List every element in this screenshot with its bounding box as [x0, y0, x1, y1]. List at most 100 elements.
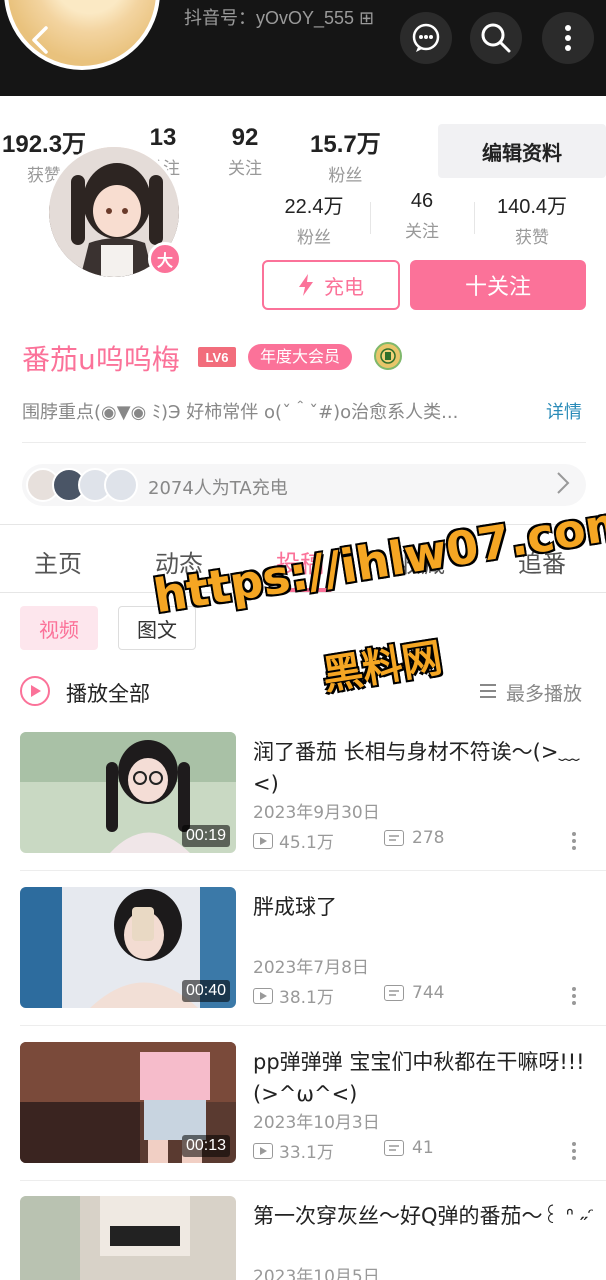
stat-number: 192.3万 [2, 131, 87, 158]
search-button[interactable] [470, 12, 522, 64]
video-date: 2023年9月30日 [253, 803, 380, 823]
vip-badge[interactable]: 年度大会员 [248, 344, 353, 370]
play-count-icon [253, 987, 273, 1004]
play-count-icon [253, 832, 273, 849]
medal-icon[interactable] [374, 342, 402, 370]
stat-number: 22.4万 [284, 196, 344, 218]
video-item[interactable]: 00:13 pp弹弹弹 宝宝们中秋都在干嘛呀!!! (>^ω^<) 2023年1… [0, 1042, 606, 1197]
follow-button[interactable]: 十关注 [410, 260, 586, 310]
play-count: 33.1万 [279, 1143, 334, 1163]
sort-icon[interactable] [480, 684, 496, 702]
stat-label: 粉丝 [297, 228, 331, 248]
charge-button[interactable]: 充电 [262, 260, 400, 310]
play-count: 38.1万 [279, 988, 334, 1008]
lightning-icon [299, 274, 313, 296]
stat-number: 92 [231, 124, 259, 151]
video-thumbnail[interactable] [20, 1196, 236, 1280]
stat-following-2[interactable]: 92 关注 [228, 124, 262, 179]
top-bar: 抖音号：yOvOY_555 ⊞ [0, 0, 606, 96]
video-date: 2023年10月5日 [253, 1267, 380, 1280]
watermark-url: https://ihlw07.com [150, 494, 606, 624]
video-more-icon[interactable] [570, 832, 578, 853]
video-item[interactable]: 00:19 润了番茄 长相与身材不符诶～(>﹏<) 2023年9月30日 45.… [0, 732, 606, 887]
comment-count: 278 [412, 828, 445, 848]
play-icon [31, 685, 41, 697]
video-date: 2023年10月3日 [253, 1113, 380, 1133]
video-comments: 41 [384, 1138, 434, 1158]
comment-count: 41 [412, 1138, 434, 1158]
back-button[interactable] [20, 20, 60, 60]
comment-count-icon [384, 985, 404, 1001]
chat-bubble-icon [412, 23, 440, 52]
username: 番茄u呜呜梅 [22, 343, 180, 376]
bio: 围脖重点(◉▼◉ ﾐ)Э 好柿常伴 o(ˇ＾ˇ#)o治愈系人类... [22, 402, 459, 423]
play-all-button[interactable] [20, 676, 50, 706]
stat-number: 13 [149, 124, 177, 151]
video-plays: 45.1万 [253, 828, 334, 853]
chevron-right-icon [556, 470, 570, 502]
stat-following[interactable]: 46 关注 [372, 190, 472, 242]
sort-label[interactable]: 最多播放 [506, 679, 582, 706]
stat-label: 关注 [405, 222, 439, 242]
stat-number: 140.4万 [496, 196, 568, 218]
video-date: 2023年7月8日 [253, 958, 369, 978]
video-comments: 278 [384, 828, 444, 848]
more-options-button[interactable] [542, 12, 594, 64]
search-icon [481, 23, 511, 53]
thumbnail-image [20, 1196, 236, 1280]
video-title[interactable]: 胖成球了 [253, 891, 593, 923]
video-title[interactable]: pp弹弹弹 宝宝们中秋都在干嘛呀!!! (>^ω^<) [253, 1046, 593, 1110]
video-more-icon[interactable] [570, 987, 578, 1008]
video-comments: 744 [384, 983, 444, 1003]
tab-home[interactable]: 主页 [34, 544, 82, 579]
comment-count-icon [384, 1140, 404, 1156]
video-thumbnail[interactable]: 00:13 [20, 1042, 236, 1163]
divider [20, 1180, 606, 1181]
charge-supporters-bar[interactable]: 2074人为TA充电 [22, 464, 586, 506]
video-plays: 38.1万 [253, 983, 334, 1008]
divider [370, 202, 371, 234]
stat-number: 15.7万 [310, 131, 381, 158]
video-item[interactable]: 第一次穿灰丝～好Q弹的番茄～꒰ ᐢ ˶ᵔ ᵕ ᵔ˶ ᐢ ꒱ 2023年10月5日 [0, 1196, 606, 1280]
stat-fans[interactable]: 22.4万 粉丝 [264, 190, 364, 248]
watermark-name: 黑料网 [319, 635, 446, 700]
medal-glyph-icon [380, 348, 396, 364]
big-member-badge: 大 [148, 242, 182, 276]
charge-label: 充电 [324, 274, 364, 299]
video-thumbnail[interactable]: 00:19 [20, 732, 236, 853]
detail-link[interactable]: 详情 [546, 398, 582, 424]
stat-fans-top[interactable]: 15.7万 粉丝 [310, 124, 381, 186]
video-duration: 00:13 [181, 1135, 230, 1157]
stat-number: 46 [410, 190, 434, 212]
charge-count-text: 2074人为TA充电 [148, 478, 288, 499]
comment-count: 744 [412, 983, 445, 1003]
video-thumbnail[interactable]: 00:40 [20, 887, 236, 1008]
play-count-icon [253, 1142, 273, 1159]
stat-likes[interactable]: 140.4万 获赞 [482, 190, 582, 248]
video-duration: 00:40 [181, 980, 230, 1002]
stat-label: 关注 [228, 159, 262, 179]
video-duration: 00:19 [181, 825, 230, 847]
play-all-label[interactable]: 播放全部 [66, 678, 150, 708]
message-button[interactable] [400, 12, 452, 64]
video-item[interactable]: 00:40 胖成球了 2023年7月8日 38.1万 744 [0, 887, 606, 1042]
back-arrow-icon [32, 26, 48, 54]
divider [20, 1025, 606, 1026]
divider [22, 442, 586, 443]
douyin-id: 抖音号：yOvOY_555 ⊞ [184, 8, 375, 28]
stat-label: 粉丝 [328, 166, 363, 186]
video-more-icon[interactable] [570, 1142, 578, 1163]
video-title[interactable]: 润了番茄 长相与身材不符诶～(>﹏<) [253, 736, 593, 800]
video-title[interactable]: 第一次穿灰丝～好Q弹的番茄～꒰ ᐢ ˶ᵔ ᵕ ᵔ˶ ᐢ ꒱ [253, 1200, 593, 1232]
divider [474, 202, 475, 234]
level-badge: LV6 [198, 347, 236, 367]
video-plays: 33.1万 [253, 1138, 334, 1163]
comment-count-icon [384, 830, 404, 846]
play-count: 45.1万 [279, 833, 334, 853]
vertical-dots-icon [565, 25, 571, 51]
stat-label: 获赞 [515, 228, 549, 248]
supporter-avatar [104, 468, 138, 502]
edit-profile-button[interactable]: 编辑资料 [438, 124, 606, 178]
divider [20, 870, 606, 871]
filter-video[interactable]: 视频 [20, 606, 98, 650]
